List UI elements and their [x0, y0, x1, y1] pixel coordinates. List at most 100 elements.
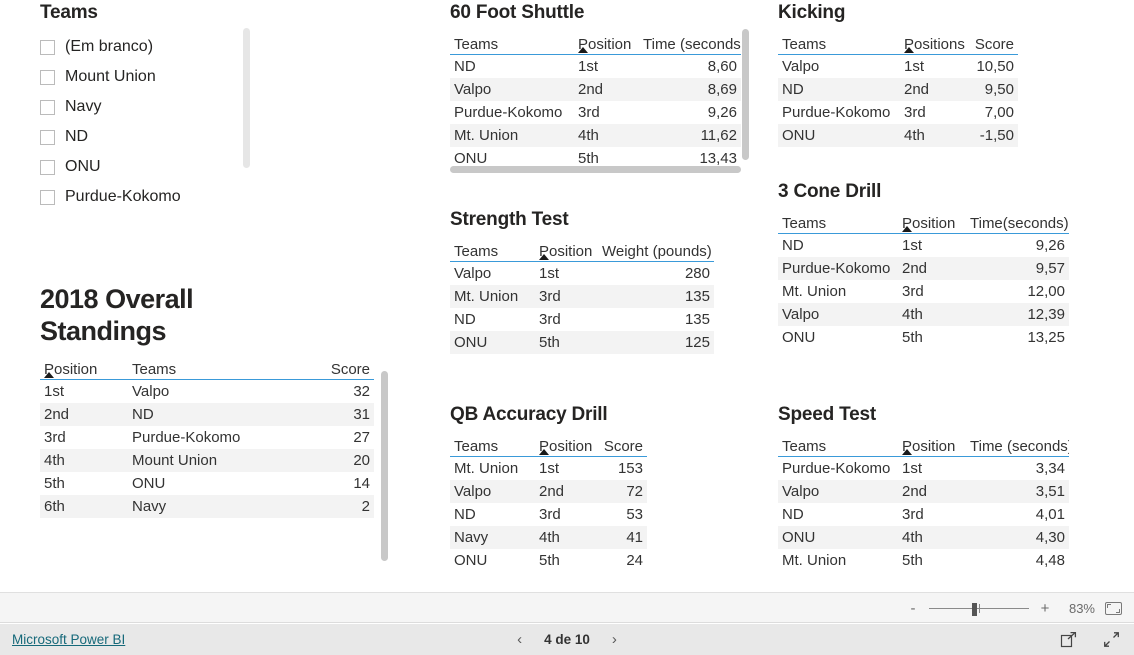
table-cell[interactable]: 27 — [294, 426, 374, 449]
table-cell[interactable]: Valpo — [778, 303, 898, 326]
table-body[interactable]: ND 1st 9,26 Purdue-Kokomo 2nd 9,57 Mt. Union 3r… — [778, 234, 1069, 350]
table-cell[interactable]: 8,69 — [639, 78, 741, 101]
overall-standings-table[interactable]: Position Teams Score 1st Valpo 32 2nd ND 31 3rd P… — [40, 359, 374, 518]
table-header-row[interactable]: Position Teams Score — [40, 359, 374, 380]
column-header[interactable]: Weight (pounds) — [598, 241, 714, 262]
table-row[interactable]: Purdue-Kokomo 1st 3,34 — [778, 457, 1069, 481]
teams-slicer-scrollbar[interactable] — [243, 28, 250, 168]
table-cell[interactable]: ND — [450, 503, 535, 526]
table-cell[interactable]: 4,01 — [966, 503, 1069, 526]
slicer-item[interactable]: (Em branco) — [40, 32, 255, 62]
table-cell[interactable]: 2nd — [40, 403, 128, 426]
table-row[interactable]: Purdue-Kokomo 3rd 7,00 — [778, 101, 1018, 124]
table-cell[interactable]: 2nd — [898, 480, 966, 503]
column-header[interactable]: Positions — [900, 34, 968, 55]
table-cell[interactable]: 20 — [294, 449, 374, 472]
table-cell[interactable]: 3rd — [898, 280, 966, 303]
checkbox-icon[interactable] — [40, 99, 55, 115]
table-cell[interactable]: Mount Union — [128, 449, 294, 472]
table-body[interactable]: Valpo 1st 280 Mt. Union 3rd 135 ND 3rd 135 ONU 5th… — [450, 262, 714, 354]
column-header[interactable]: Position — [898, 436, 966, 457]
table-cell[interactable]: 2nd — [900, 78, 968, 101]
table-row[interactable]: ND 2nd 9,50 — [778, 78, 1018, 101]
table-cell[interactable]: 1st — [900, 55, 968, 79]
table-cell[interactable]: 6th — [40, 495, 128, 518]
table-header-row[interactable]: Teams Position Time (seconds) — [450, 34, 741, 55]
table-cell[interactable]: 9,50 — [968, 78, 1018, 101]
table-cell[interactable]: ONU — [778, 326, 898, 349]
table-row[interactable]: Valpo 1st 10,50 — [778, 55, 1018, 79]
table-row[interactable]: 4th Mount Union 20 — [40, 449, 374, 472]
checkbox-icon[interactable] — [40, 159, 55, 175]
column-header[interactable]: Position — [898, 213, 966, 234]
table-row[interactable]: ONU 5th 13,25 — [778, 326, 1069, 349]
table-cell[interactable]: Mt. Union — [778, 280, 898, 303]
table-cell[interactable]: Valpo — [450, 480, 535, 503]
table-row[interactable]: Valpo 2nd 3,51 — [778, 480, 1069, 503]
table-cell[interactable]: 3rd — [574, 101, 639, 124]
checkbox-icon[interactable] — [40, 189, 55, 205]
table-cell[interactable]: 3rd — [535, 503, 598, 526]
table-cell[interactable]: 5th — [535, 549, 598, 572]
zoom-slider-handle[interactable] — [972, 602, 977, 616]
column-header[interactable]: Teams — [450, 241, 535, 262]
table-header-row[interactable]: Teams Positions Score — [778, 34, 1018, 55]
table-row[interactable]: Mt. Union 3rd 135 — [450, 285, 714, 308]
table-cell[interactable]: 53 — [598, 503, 647, 526]
previous-page-button[interactable]: ‹ — [517, 631, 522, 648]
checkbox-icon[interactable] — [40, 129, 55, 145]
table-row[interactable]: Mt. Union 5th 4,48 — [778, 549, 1069, 572]
table-cell[interactable]: 5th — [40, 472, 128, 495]
table-cell[interactable]: Purdue-Kokomo — [778, 457, 898, 481]
table-cell[interactable]: 5th — [898, 326, 966, 349]
table-row[interactable]: ND 1st 9,26 — [778, 234, 1069, 258]
table-cell[interactable]: Mt. Union — [450, 457, 535, 481]
table-cell[interactable]: 4th — [898, 526, 966, 549]
shuttle-table[interactable]: Teams Position Time (seconds) ND 1st 8,60 Val… — [450, 34, 741, 169]
table-row[interactable]: 1st Valpo 32 — [40, 380, 374, 404]
table-cell[interactable]: Mt. Union — [450, 285, 535, 308]
column-header[interactable]: Teams — [778, 34, 900, 55]
table-cell[interactable]: 3rd — [900, 101, 968, 124]
table-row[interactable]: Valpo 2nd 8,69 — [450, 78, 741, 101]
checkbox-icon[interactable] — [40, 39, 55, 55]
table-cell[interactable]: Navy — [128, 495, 294, 518]
teams-slicer-list[interactable]: (Em branco) Mount Union Navy ND ONU Purdue-Ko… — [40, 32, 255, 212]
table-header-row[interactable]: Teams Position Time(seconds) — [778, 213, 1069, 234]
table-cell[interactable]: ND — [778, 234, 898, 258]
column-header[interactable]: Teams — [778, 436, 898, 457]
table-row[interactable]: 2nd ND 31 — [40, 403, 374, 426]
table-cell[interactable]: 24 — [598, 549, 647, 572]
column-header[interactable]: Position — [535, 241, 598, 262]
table-row[interactable]: Valpo 2nd 72 — [450, 480, 647, 503]
table-cell[interactable]: 3rd — [898, 503, 966, 526]
overall-standings-scrollbar[interactable] — [381, 371, 388, 561]
table-cell[interactable]: 280 — [598, 262, 714, 286]
kicking-table[interactable]: Teams Positions Score Valpo 1st 10,50 ND 2nd 9,… — [778, 34, 1018, 147]
table-row[interactable]: Valpo 1st 280 — [450, 262, 714, 286]
table-cell[interactable]: 1st — [574, 55, 639, 79]
table-cell[interactable]: 3,51 — [966, 480, 1069, 503]
table-cell[interactable]: 125 — [598, 331, 714, 354]
footer-actions[interactable] — [1060, 624, 1120, 655]
column-header[interactable]: Teams — [450, 436, 535, 457]
table-cell[interactable]: Navy — [450, 526, 535, 549]
table-cell[interactable]: 14 — [294, 472, 374, 495]
table-cell[interactable]: 2nd — [574, 78, 639, 101]
table-cell[interactable]: Valpo — [450, 262, 535, 286]
slicer-item[interactable]: ONU — [40, 152, 255, 182]
table-cell[interactable]: 5th — [535, 331, 598, 354]
table-body[interactable]: Purdue-Kokomo 1st 3,34 Valpo 2nd 3,51 ND 3rd 4,0… — [778, 457, 1069, 573]
table-cell[interactable]: 4,48 — [966, 549, 1069, 572]
table-cell[interactable]: 3rd — [535, 308, 598, 331]
column-header[interactable]: Position — [535, 436, 598, 457]
zoom-slider[interactable] — [929, 602, 1029, 616]
table-cell[interactable]: Valpo — [778, 480, 898, 503]
table-row[interactable]: Mt. Union 3rd 12,00 — [778, 280, 1069, 303]
table-cell[interactable]: Valpo — [778, 55, 900, 79]
zoom-out-button[interactable]: - — [907, 601, 919, 616]
table-cell[interactable]: 1st — [898, 234, 966, 258]
table-cell[interactable]: ND — [778, 503, 898, 526]
table-cell[interactable]: 3rd — [40, 426, 128, 449]
slicer-item[interactable]: ND — [40, 122, 255, 152]
